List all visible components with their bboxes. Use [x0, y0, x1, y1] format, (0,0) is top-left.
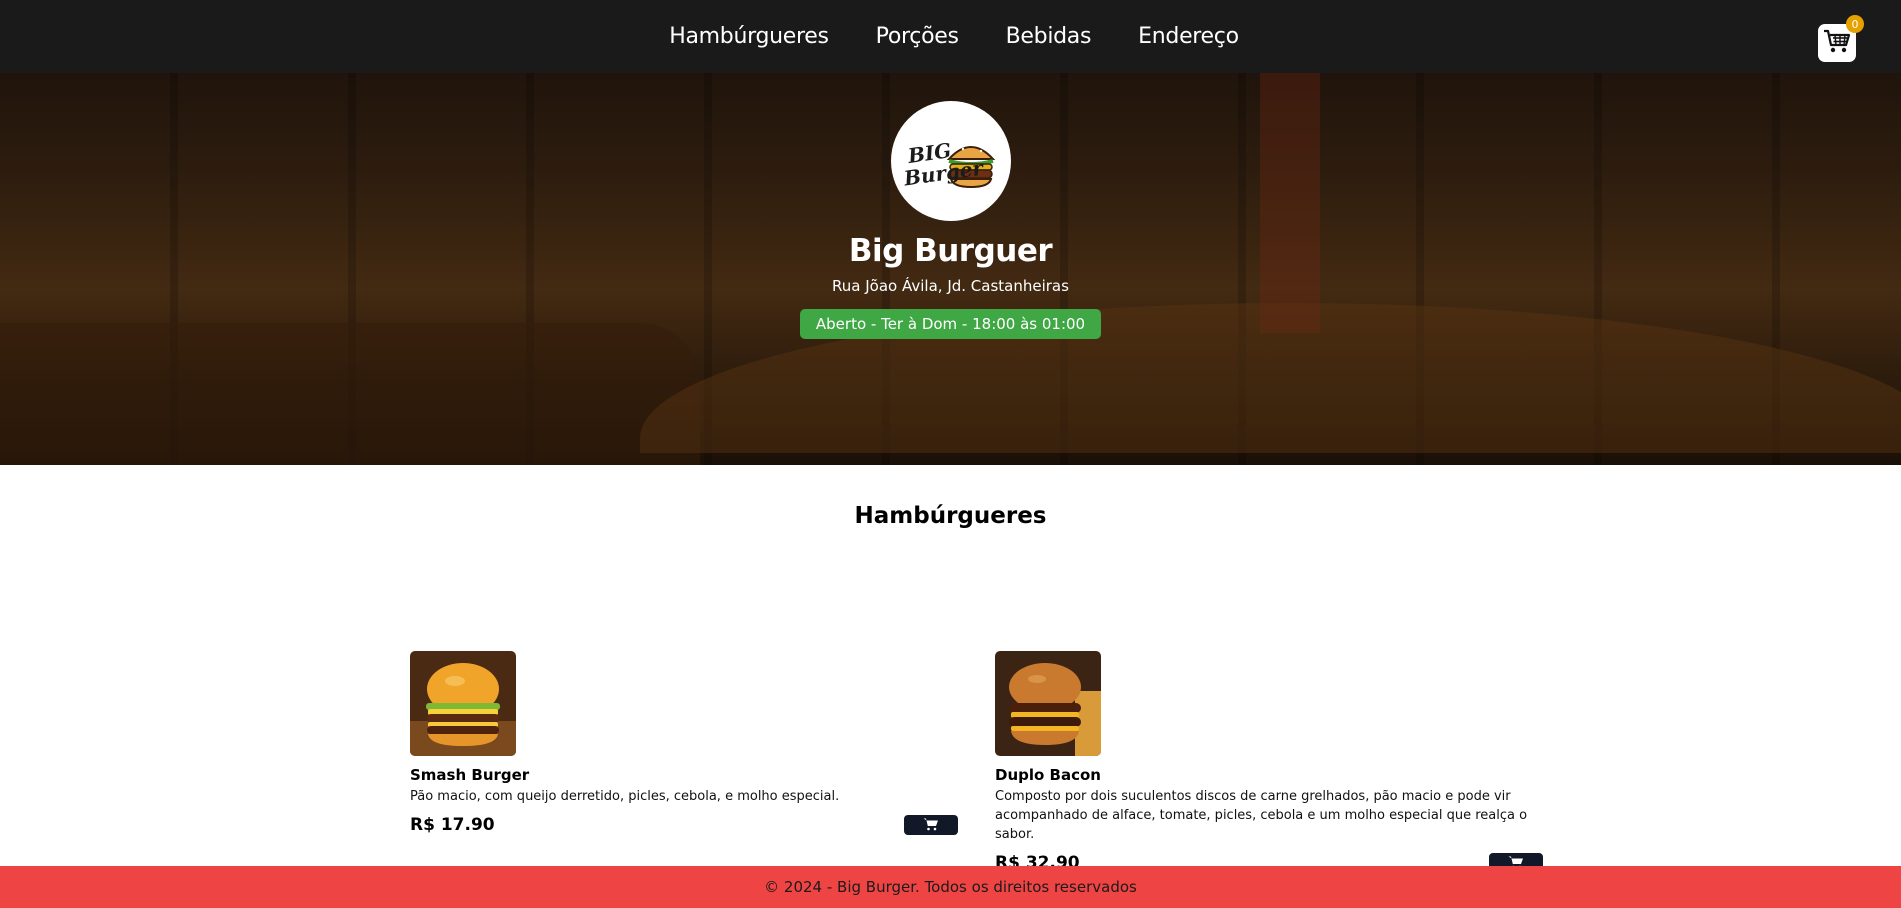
nav-link-endereco[interactable]: Endereço — [1138, 24, 1239, 49]
restaurant-address: Rua Jõao Ávila, Jd. Castanheiras — [832, 277, 1069, 295]
footer-copyright: © 2024 - Big Burger. Todos os direitos r… — [764, 878, 1137, 896]
shopping-cart-icon — [923, 816, 939, 835]
hero-banner: BIG Burger Big Burguer Rua Jõao Ávila, J… — [0, 73, 1901, 465]
add-to-cart-button[interactable] — [904, 815, 958, 835]
item-image — [410, 651, 516, 756]
nav-links: Hambúrgueres Porções Bebidas Endereço — [669, 24, 1239, 49]
nav-link-porcoes[interactable]: Porções — [876, 24, 959, 49]
shopping-cart-icon — [1823, 28, 1851, 58]
section-title-hamburgueres: Hambúrgueres — [854, 503, 1047, 529]
opening-hours-badge: Aberto - Ter à Dom - 18:00 às 01:00 — [799, 309, 1102, 339]
cart-count-badge: 0 — [1846, 15, 1864, 33]
item-image — [995, 651, 1101, 756]
menu-item: Smash Burger Pão macio, com queijo derre… — [410, 651, 958, 835]
item-name: Duplo Bacon — [995, 766, 1101, 784]
item-description: Composto por dois suculentos discos de c… — [995, 789, 1528, 842]
item-footer: R$ 17.90 — [410, 815, 958, 835]
top-navbar: Hambúrgueres Porções Bebidas Endereço 0 — [0, 0, 1901, 73]
hero-content: BIG Burger Big Burguer Rua Jõao Ávila, J… — [0, 73, 1901, 339]
burger-logo: BIG Burger — [890, 101, 1011, 221]
restaurant-name: Big Burguer — [848, 233, 1053, 269]
item-description: Pão macio, com queijo derretido, picles,… — [410, 789, 840, 804]
nav-link-hamburgueres[interactable]: Hambúrgueres — [669, 24, 829, 49]
item-price: R$ 17.90 — [410, 815, 495, 835]
footer: © 2024 - Big Burger. Todos os direitos r… — [0, 866, 1901, 908]
item-name: Smash Burger — [410, 766, 530, 784]
menu-item: Duplo Bacon Composto por dois suculentos… — [995, 651, 1543, 873]
nav-link-bebidas[interactable]: Bebidas — [1006, 24, 1092, 49]
